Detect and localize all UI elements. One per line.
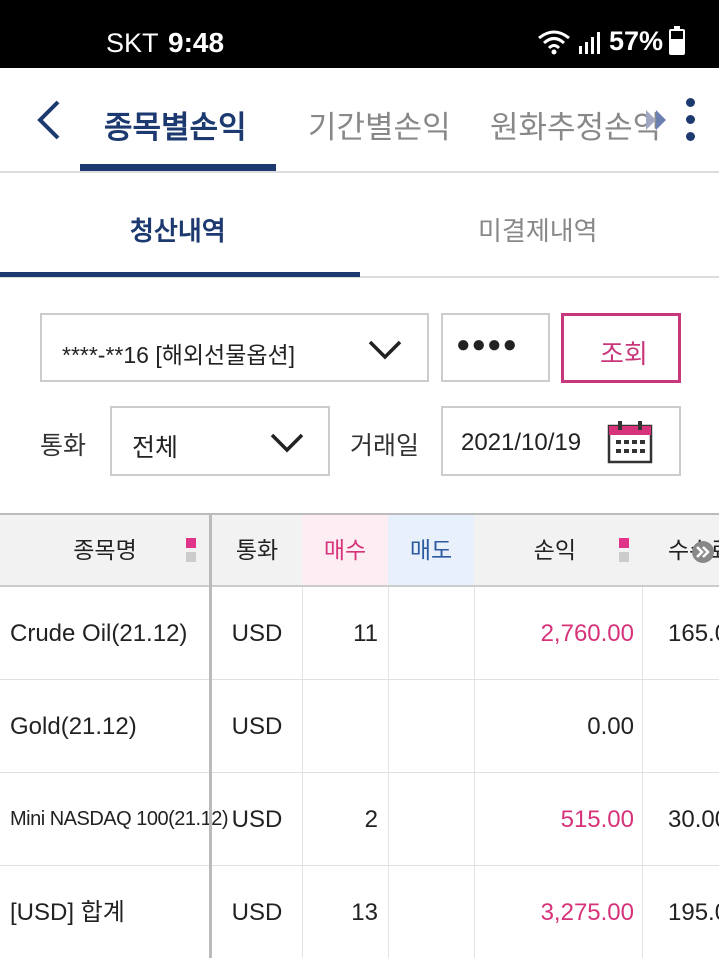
table-row[interactable]: Gold(21.12) USD 0.00 (0, 680, 719, 773)
header-buy: 매수 (302, 515, 388, 585)
header-currency: 통화 (235, 537, 279, 563)
wifi-icon (538, 30, 570, 54)
password-field[interactable]: ●●●● (441, 313, 550, 382)
header-sell: 매도 (388, 515, 474, 585)
tab-item-pl[interactable]: 종목별손익 (104, 102, 247, 147)
cell-name: [USD] 합계 (10, 899, 125, 926)
cell-buy: 13 (351, 899, 378, 926)
table-header: 종목명 통화 매수 매도 손익 수수료 (0, 515, 719, 587)
cell-fee: 165.00 (668, 620, 719, 647)
account-select[interactable]: ****-**16 [해외선물옵션] (40, 313, 429, 382)
chevron-down-icon (270, 433, 304, 453)
cell-sell (388, 773, 474, 866)
cell-name: Mini NASDAQ 100(21.12) (10, 808, 228, 830)
active-subtab-indicator (0, 272, 360, 277)
status-icons: 57% (537, 25, 685, 57)
cell-sell (388, 866, 474, 958)
cell-buy: 2 (364, 806, 378, 833)
search-button-label: 조회 (600, 339, 648, 369)
pl-table: 종목명 통화 매수 매도 손익 수수료 Crude Oil(21.12) USD… (0, 513, 719, 958)
cell-buy: 11 (353, 620, 378, 647)
tab-period-pl[interactable]: 기간별손익 (308, 102, 451, 147)
trade-date-label: 거래일 (350, 432, 420, 460)
frozen-column-divider (209, 515, 212, 958)
status-bar: SKT 9:48 57% (0, 0, 719, 68)
signal-icon (578, 31, 600, 54)
clock: 9:48 (168, 27, 225, 58)
cell-pl: 3,275.00 (540, 899, 634, 926)
cell-currency: USD (231, 806, 283, 833)
cell-buy (302, 680, 378, 773)
header-pl[interactable]: 손익 (474, 515, 642, 585)
trade-date-field[interactable]: 2021/10/19 (441, 406, 681, 476)
cell-fee (668, 680, 719, 773)
chevron-down-icon (368, 340, 402, 360)
table-row[interactable]: Crude Oil(21.12) USD 11 2,760.00 165.00 (0, 587, 719, 680)
cell-fee: 30.00 (668, 806, 719, 833)
battery-percent: 57% (608, 26, 663, 56)
currency-value: 전체 (132, 434, 179, 462)
cell-currency: USD (231, 620, 283, 647)
account-value: ****-**16 [해외선물옵션] (62, 342, 296, 368)
currency-label: 통화 (40, 432, 87, 460)
cell-name: Gold(21.12) (10, 713, 137, 740)
cell-sell (388, 680, 474, 773)
tab-krw-estimated-pl[interactable]: 원화추정손익 (490, 102, 661, 147)
battery-icon (669, 25, 685, 55)
tab-open-positions[interactable]: 미결제내역 (478, 211, 598, 248)
kebab-menu-icon[interactable] (683, 98, 697, 146)
search-button[interactable]: 조회 (561, 313, 681, 383)
cell-pl: 0.00 (587, 713, 634, 740)
double-chevron-right-icon[interactable] (644, 106, 670, 134)
carrier-label: SKT (106, 28, 159, 58)
sort-indicator-icon[interactable] (186, 538, 196, 562)
password-mask: ●●●● (456, 331, 518, 358)
top-navigation: 종목별손익 기간별손익 원화추정손익 (0, 68, 719, 173)
tab-settled[interactable]: 청산내역 (130, 211, 226, 248)
currency-select[interactable]: 전체 (110, 406, 330, 476)
cell-currency: USD (231, 713, 283, 740)
trade-date-value: 2021/10/19 (461, 429, 582, 456)
scroll-right-icon[interactable] (691, 540, 715, 564)
table-row[interactable]: Mini NASDAQ 100(21.12) USD 2 515.00 30.0… (0, 773, 719, 866)
cell-pl: 515.00 (560, 806, 634, 833)
cell-currency: USD (231, 899, 283, 926)
cell-fee: 195.00 (668, 899, 719, 926)
sub-tabs: 청산내역 미결제내역 (0, 173, 719, 278)
header-name[interactable]: 종목명 (0, 515, 210, 585)
back-arrow-icon[interactable] (30, 96, 70, 144)
cell-sell (388, 587, 474, 680)
table-row-total[interactable]: [USD] 합계 USD 13 3,275.00 195.00 (0, 866, 719, 958)
cell-name: Crude Oil(21.12) (10, 620, 188, 647)
cell-pl: 2,760.00 (540, 620, 634, 647)
calendar-icon[interactable] (607, 420, 653, 464)
active-tab-indicator (80, 164, 276, 171)
sort-indicator-icon[interactable] (619, 538, 629, 562)
